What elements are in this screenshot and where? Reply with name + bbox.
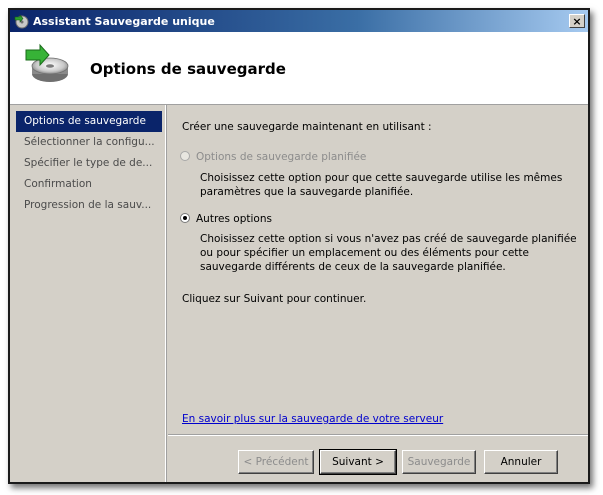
- wizard-header: Options de sauvegarde: [10, 32, 588, 105]
- learn-more-link[interactable]: En savoir plus sur la sauvegarde de votr…: [182, 413, 443, 425]
- backup-app-icon: [14, 14, 29, 29]
- nav-step-options[interactable]: Options de sauvegarde: [16, 111, 162, 132]
- cancel-button[interactable]: Annuler: [484, 450, 558, 474]
- scheduled-option-label: Options de sauvegarde planifiée: [196, 151, 367, 163]
- nav-step-progress[interactable]: Progression de la sauv...: [16, 195, 162, 216]
- title-bar[interactable]: Assistant Sauvegarde unique ×: [10, 10, 588, 32]
- radio-other-options[interactable]: [180, 213, 190, 223]
- wizard-content: Créer une sauvegarde maintenant en utili…: [168, 105, 588, 434]
- nav-step-destination-type[interactable]: Spécifier le type de de...: [16, 153, 162, 174]
- page-title: Options de sauvegarde: [90, 60, 286, 78]
- previous-button[interactable]: < Précédent: [238, 450, 314, 474]
- next-button[interactable]: Suivant >: [319, 449, 397, 475]
- wizard-steps-nav: Options de sauvegarde Sélectionner la co…: [10, 105, 166, 482]
- radio-scheduled-options[interactable]: [180, 151, 190, 161]
- continue-text: Cliquez sur Suivant pour continuer.: [182, 293, 367, 305]
- intro-text: Créer une sauvegarde maintenant en utili…: [182, 121, 432, 133]
- other-option-label: Autres options: [196, 213, 272, 225]
- wizard-window: Assistant Sauvegarde unique × Options de…: [8, 8, 590, 484]
- nav-step-confirmation[interactable]: Confirmation: [16, 174, 162, 195]
- backup-button[interactable]: Sauvegarde: [402, 450, 476, 474]
- option-other: Autres options: [180, 213, 272, 225]
- backup-disk-icon: [25, 43, 69, 82]
- close-button[interactable]: ×: [569, 14, 585, 28]
- footer-divider: [168, 434, 588, 436]
- other-option-description: Choisissez cette option si vous n'avez p…: [200, 233, 577, 273]
- nav-step-configuration[interactable]: Sélectionner la configu...: [16, 132, 162, 153]
- window-title: Assistant Sauvegarde unique: [33, 14, 215, 28]
- option-scheduled: Options de sauvegarde planifiée: [180, 151, 366, 163]
- scheduled-option-description: Choisissez cette option pour que cette s…: [200, 172, 563, 198]
